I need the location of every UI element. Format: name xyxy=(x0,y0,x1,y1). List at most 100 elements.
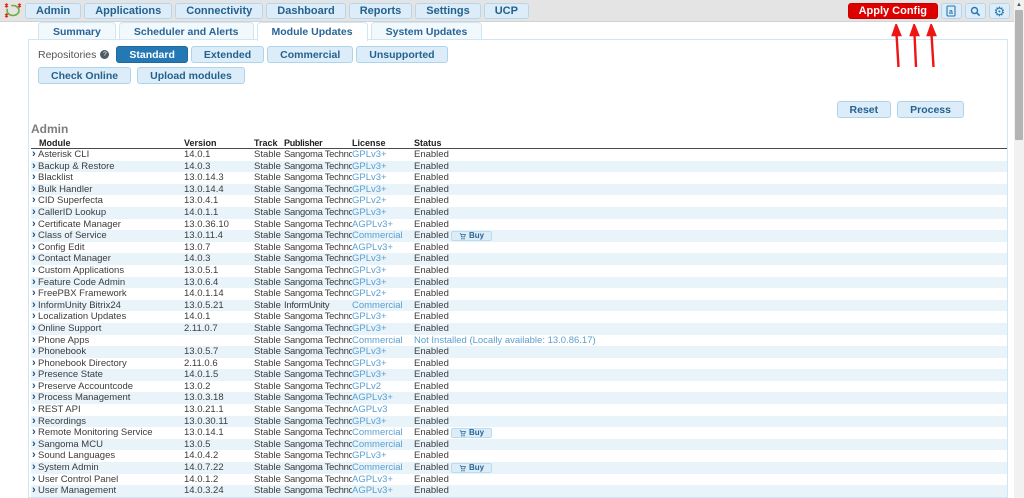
table-row[interactable]: › Presence State 14.0.1.5 Stable Sangoma Tec… xyxy=(31,369,1007,381)
scrollbar-thumb[interactable] xyxy=(1015,10,1023,140)
tab-module-updates[interactable]: Module Updates xyxy=(256,22,368,41)
chevron-right-icon[interactable]: › xyxy=(31,323,38,335)
chevron-right-icon[interactable]: › xyxy=(31,161,38,173)
table-row[interactable]: › Sound Languages 14.0.4.2 Stable Sangoma Te… xyxy=(31,450,1007,462)
table-row[interactable]: › User Control Panel 14.0.1.2 Stable Sangoma… xyxy=(31,474,1007,486)
search-button[interactable] xyxy=(965,3,986,19)
table-row[interactable]: ›Phonebook 13.0.5.7 StableSangoma Technolo… xyxy=(31,346,1007,358)
chevron-right-icon[interactable]: › xyxy=(31,195,38,207)
license-link[interactable]: GPLv3+ xyxy=(352,277,387,288)
chevron-right-icon[interactable]: › xyxy=(31,474,38,486)
table-row[interactable]: › Class of Service 13.0.11.4 Stable Sangoma … xyxy=(31,230,1007,242)
nav-item-reports[interactable]: Reports xyxy=(348,2,413,19)
license-link[interactable]: GPLv2+ xyxy=(352,288,387,299)
chevron-right-icon[interactable]: › xyxy=(31,485,38,497)
table-row[interactable]: ›REST API 13.0.21.1 StableSangoma Technolo… xyxy=(31,404,1007,416)
chevron-right-icon[interactable]: › xyxy=(31,265,38,277)
chevron-right-icon[interactable]: › xyxy=(31,462,38,474)
chevron-right-icon[interactable]: › xyxy=(31,346,38,358)
table-row[interactable]: › Bulk Handler 13.0.14.4 Stable Sangoma Tech… xyxy=(31,183,1007,196)
chevron-right-icon[interactable]: › xyxy=(31,369,38,381)
table-row[interactable]: › Online Support 2.11.0.7 Stable Sangoma Tec… xyxy=(31,322,1007,335)
license-link[interactable]: GPLv3+ xyxy=(352,253,387,264)
license-link[interactable]: AGPLv3+ xyxy=(352,219,393,230)
license-link[interactable]: Commercial xyxy=(352,462,403,473)
table-row[interactable]: › InformUnity Bitrix24 13.0.5.21 Stable Info… xyxy=(31,299,1007,312)
tab-system-updates[interactable]: System Updates xyxy=(370,22,483,39)
table-row[interactable]: ›Asterisk CLI 14.0.1 StableSangoma Technol… xyxy=(31,149,1007,161)
chevron-right-icon[interactable]: › xyxy=(31,288,38,300)
chevron-right-icon[interactable]: › xyxy=(31,207,38,219)
license-link[interactable]: GPLv3+ xyxy=(352,184,387,195)
license-link[interactable]: AGPLv3+ xyxy=(352,242,393,253)
license-link[interactable]: AGPLv3+ xyxy=(352,474,393,485)
chevron-right-icon[interactable]: › xyxy=(31,358,38,370)
apply-config-button[interactable]: Apply Config xyxy=(847,3,938,19)
chevron-right-icon[interactable]: › xyxy=(31,404,38,416)
repo-standard-button[interactable]: Standard xyxy=(116,46,188,63)
nav-item-connectivity[interactable]: Connectivity xyxy=(175,2,264,19)
license-link[interactable]: GPLv3+ xyxy=(352,346,387,357)
tab-scheduler-and-alerts[interactable]: Scheduler and Alerts xyxy=(118,22,254,39)
process-button[interactable]: Process xyxy=(897,101,964,118)
license-link[interactable]: GPLv3+ xyxy=(352,311,387,322)
upload-modules-button[interactable]: Upload modules xyxy=(137,67,245,84)
table-row[interactable]: › Contact Manager 14.0.3 Stable Sangoma Tech… xyxy=(31,253,1007,265)
table-row[interactable]: › Feature Code Admin 13.0.6.4 Stable Sangoma… xyxy=(31,276,1007,289)
table-row[interactable]: › Preserve Accountcode 13.0.2 Stable Sangoma… xyxy=(31,381,1007,393)
chevron-right-icon[interactable]: › xyxy=(31,335,38,347)
repo-extended-button[interactable]: Extended xyxy=(190,46,265,63)
table-row[interactable]: ›Sangoma MCU 13.0.5 StableSangoma Technolo… xyxy=(31,438,1007,451)
nav-item-settings[interactable]: Settings xyxy=(415,2,481,19)
tab-summary[interactable]: Summary xyxy=(38,22,116,39)
buy-button[interactable]: Buy xyxy=(451,428,493,439)
table-row[interactable]: › Process Management 13.0.3.18 Stable Sangom… xyxy=(31,392,1007,405)
chevron-right-icon[interactable]: › xyxy=(31,253,38,265)
chevron-right-icon[interactable]: › xyxy=(31,242,38,254)
settings-button[interactable]: ⚙ xyxy=(989,3,1010,19)
chevron-right-icon[interactable]: › xyxy=(31,184,38,196)
table-row[interactable]: › System Admin 14.0.7.22 Stable Sangoma Tech… xyxy=(31,462,1007,474)
chevron-right-icon[interactable]: › xyxy=(31,230,38,242)
vertical-scrollbar[interactable]: ▲ xyxy=(1014,0,1024,498)
license-link[interactable]: AGPLv3 xyxy=(352,404,387,415)
license-link[interactable]: GPLv3+ xyxy=(352,369,387,380)
license-link[interactable]: GPLv2 xyxy=(352,381,381,392)
license-link[interactable]: Commercial xyxy=(352,439,403,450)
table-row[interactable]: › CallerID Lookup 14.0.1.1 Stable Sangoma Te… xyxy=(31,206,1007,219)
chevron-right-icon[interactable]: › xyxy=(31,277,38,289)
table-row[interactable]: › Custom Applications 13.0.5.1 Stable Sangom… xyxy=(31,265,1007,277)
scroll-up-arrow[interactable]: ▲ xyxy=(1014,1,1024,9)
table-row[interactable]: › FreePBX Framework 14.0.1.14 Stable Sangoma… xyxy=(31,288,1007,300)
license-link[interactable]: Commercial xyxy=(352,300,403,311)
license-link[interactable]: GPLv3+ xyxy=(352,207,387,218)
chevron-right-icon[interactable]: › xyxy=(31,450,38,462)
chevron-right-icon[interactable]: › xyxy=(31,416,38,428)
table-row[interactable]: › Phonebook Directory 2.11.0.6 Stable Sangom… xyxy=(31,358,1007,370)
license-link[interactable]: GPLv3+ xyxy=(352,161,387,172)
table-row[interactable]: › CID Superfecta 13.0.4.1 Stable Sangoma Tec… xyxy=(31,195,1007,207)
chevron-right-icon[interactable]: › xyxy=(31,311,38,323)
license-link[interactable]: GPLv3+ xyxy=(352,416,387,427)
license-link[interactable]: AGPLv3+ xyxy=(352,485,393,496)
chevron-right-icon[interactable]: › xyxy=(31,439,38,451)
license-link[interactable]: GPLv2+ xyxy=(352,195,387,206)
license-link[interactable]: Commercial xyxy=(352,427,403,438)
chevron-right-icon[interactable]: › xyxy=(31,300,38,312)
license-link[interactable]: Commercial xyxy=(352,335,403,346)
license-link[interactable]: Commercial xyxy=(352,230,403,241)
buy-button[interactable]: Buy xyxy=(451,231,493,242)
table-row[interactable]: › Localization Updates 14.0.1 Stable Sangoma… xyxy=(31,311,1007,323)
reset-button[interactable]: Reset xyxy=(836,101,892,118)
license-link[interactable]: GPLv3+ xyxy=(352,265,387,276)
license-link[interactable]: AGPLv3+ xyxy=(352,392,393,403)
license-link[interactable]: GPLv3+ xyxy=(352,358,387,369)
table-row[interactable]: ›Blacklist 13.0.14.3 StableSangoma Technol… xyxy=(31,172,1007,184)
license-link[interactable]: GPLv3+ xyxy=(352,450,387,461)
chevron-right-icon[interactable]: › xyxy=(31,427,38,439)
repo-commercial-button[interactable]: Commercial xyxy=(267,46,354,63)
repo-unsupported-button[interactable]: Unsupported xyxy=(356,46,448,63)
table-row[interactable]: ›Phone Apps StableSangoma TechnologieComm… xyxy=(31,335,1007,347)
chevron-right-icon[interactable]: › xyxy=(31,149,38,161)
nav-item-dashboard[interactable]: Dashboard xyxy=(266,2,346,19)
